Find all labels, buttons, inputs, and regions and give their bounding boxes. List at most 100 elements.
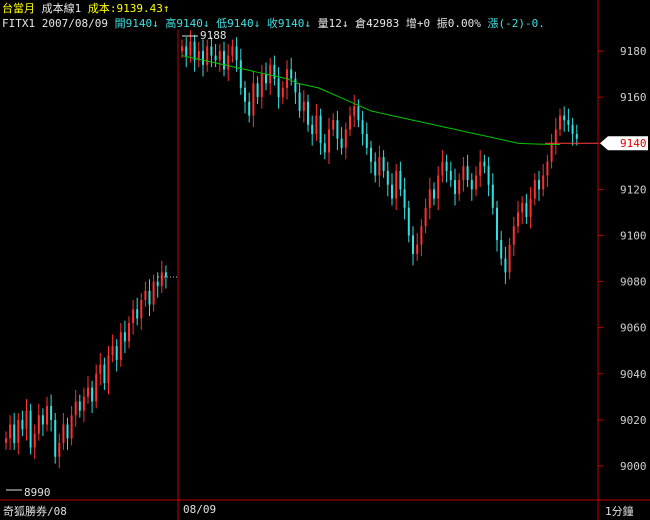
day2-candle	[290, 69, 293, 79]
day1-candle	[58, 442, 61, 457]
day2-candle	[214, 55, 217, 61]
day1-candle	[148, 290, 151, 305]
day1-candle	[164, 272, 167, 277]
open-interest-value: 倉42983	[355, 17, 400, 30]
day2-candle	[454, 180, 456, 194]
day2-candle	[252, 83, 255, 116]
y-tick-label: 9160	[620, 91, 647, 104]
day2-candle	[323, 143, 326, 153]
day1-candle	[136, 309, 139, 319]
day1-candle	[132, 309, 135, 324]
day2-candle	[458, 180, 461, 194]
day2-candle	[260, 74, 263, 98]
day2-candle	[567, 120, 570, 125]
day1-candle	[128, 323, 130, 342]
quote-date: 2007/08/09	[41, 17, 108, 30]
day2-candle	[374, 161, 377, 176]
day2-candle	[563, 115, 566, 121]
day1-candle	[144, 290, 147, 300]
day2-candle	[206, 46, 209, 65]
day1-candle	[156, 281, 159, 287]
day2-candle	[395, 170, 398, 199]
day2-candle	[445, 161, 448, 171]
day2-candle	[281, 87, 284, 98]
day2-candle	[294, 78, 297, 93]
day2-candle	[311, 124, 314, 134]
day2-candle	[328, 129, 330, 153]
day2-candle	[575, 134, 578, 139]
y-tick-label: 9040	[620, 368, 647, 381]
day2-candle	[227, 55, 230, 70]
y-tick-label: 9060	[620, 322, 647, 335]
day1-candle	[160, 272, 163, 287]
day2-candle	[500, 240, 503, 259]
day2-candle	[525, 203, 528, 217]
day2-candle	[521, 203, 524, 213]
change-value: 漲(-2)-0.	[487, 17, 545, 30]
day1-candle	[50, 406, 53, 420]
current-price-label: 9140	[620, 137, 647, 150]
y-tick-label: 9080	[620, 276, 647, 289]
day2-candle	[277, 78, 280, 98]
cost-value: 成本:9139.43↑	[87, 2, 170, 15]
day2-candle	[344, 129, 347, 148]
day1-candle	[46, 406, 48, 425]
day2-candle	[307, 101, 309, 125]
day1-candle	[115, 346, 118, 360]
day2-candle	[483, 161, 486, 167]
day2-candle	[244, 87, 246, 102]
day2-candle	[466, 166, 469, 181]
day2-candle	[361, 120, 364, 134]
y-tick-label: 9000	[620, 460, 647, 473]
day2-candle	[349, 115, 351, 130]
day2-candle	[239, 60, 242, 88]
day1-candle	[5, 438, 7, 443]
day2-candle	[433, 189, 435, 199]
increase-value: 增+0	[405, 17, 431, 30]
open-price: 開9140↓	[114, 17, 159, 30]
day1-candle	[13, 424, 16, 443]
low-marker-label: 8990	[24, 486, 51, 499]
day1-candle	[74, 401, 77, 416]
day2-candle	[298, 92, 301, 111]
day1-candle	[123, 332, 126, 342]
day1-candle	[95, 373, 98, 402]
day1-candle	[107, 355, 110, 383]
day2-candle	[391, 184, 393, 199]
day2-candle	[542, 175, 545, 190]
day1-candle	[70, 415, 73, 439]
day2-candle	[357, 106, 360, 121]
chart-tab-label[interactable]: 奇狐勝券/08	[3, 503, 67, 519]
day2-candle	[265, 74, 267, 84]
day2-candle	[386, 170, 389, 185]
day2-candle	[462, 166, 465, 181]
day1-candle	[9, 424, 12, 439]
day2-candle	[365, 134, 368, 148]
interval-label[interactable]: 1分鐘	[605, 503, 634, 519]
day2-candle	[504, 258, 507, 273]
y-tick-label: 9180	[620, 45, 647, 58]
day2-candle	[475, 175, 477, 190]
day2-candle	[407, 207, 410, 236]
price-chart[interactable]: 9180 9160 9140 9120 9100 9080 9060 9040 9020 9000…	[0, 0, 650, 520]
day1-candle	[37, 415, 40, 434]
day2-candle	[399, 170, 402, 190]
day2-candle	[340, 138, 343, 148]
day2-candle	[437, 175, 440, 199]
day2-candle	[550, 143, 553, 162]
day2-candle	[269, 64, 272, 84]
symbol-label: FITX1	[2, 17, 36, 30]
day2-candle	[479, 161, 482, 176]
cost-line-label: 成本線1	[41, 2, 82, 15]
day2-candle	[248, 101, 251, 116]
day1-candle	[103, 364, 106, 383]
day2-candle	[202, 51, 204, 65]
y-tick-label: 9100	[620, 229, 647, 242]
day1-candle	[119, 332, 122, 360]
day2-candle	[559, 115, 561, 130]
day2-candle	[193, 41, 196, 61]
volume-value: 量12↓	[317, 17, 349, 30]
day2-candle	[491, 184, 494, 208]
day2-candle	[424, 207, 427, 227]
day1-candle	[33, 433, 36, 448]
